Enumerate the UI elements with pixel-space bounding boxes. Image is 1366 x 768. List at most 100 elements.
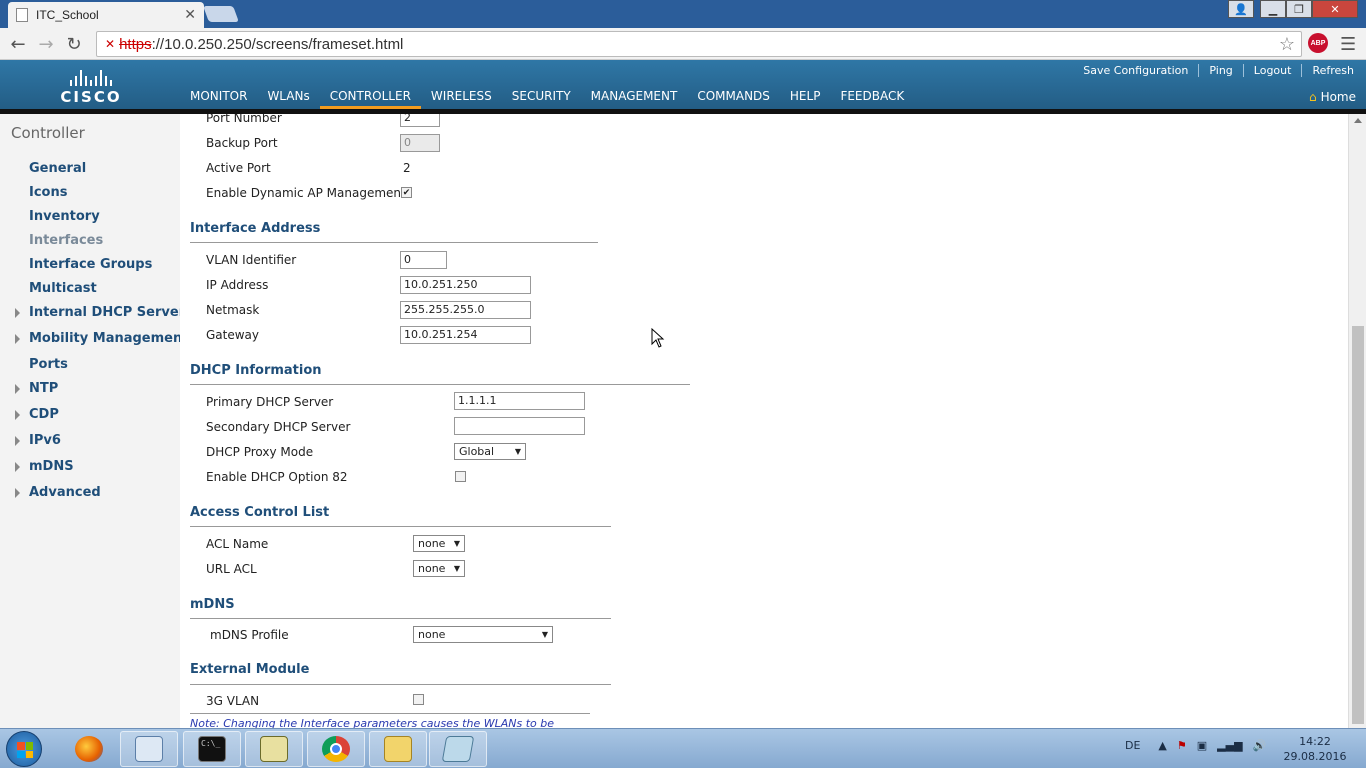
main-nav: MONITOR WLANs CONTROLLER WIRELESS SECURI… [180,86,914,109]
sidebar-item-label: IPv6 [29,433,61,448]
clock-time: 14:22 [1299,735,1331,748]
browser-tabstrip: ITC_School ✕ 👤 ▁ ❐ ✕ [0,0,1366,28]
netmask-label: Netmask [206,303,260,317]
port-number-input[interactable]: 2 [400,114,440,127]
input-language[interactable]: DE [1125,739,1140,752]
close-tab-icon[interactable]: ✕ [184,7,196,23]
ip-address-input[interactable]: 10.0.251.250 [400,276,531,294]
sidebar-item-interface-groups[interactable]: Interface Groups [29,257,152,272]
taskbar-network-tool[interactable] [245,731,303,767]
browser-tab[interactable]: ITC_School ✕ [8,2,204,28]
taskbar-notepad[interactable] [429,731,487,767]
adblock-plus-icon[interactable]: ABP [1308,33,1328,53]
firefox-icon [75,736,103,762]
sidebar-item-mobility-management[interactable]: Mobility Management [15,331,188,346]
taskbar-firefox[interactable] [60,731,118,767]
volume-icon[interactable]: 🔊 [1253,739,1267,752]
nav-monitor[interactable]: MONITOR [180,86,257,109]
secondary-dhcp-server-label: Secondary DHCP Server [206,420,351,434]
dhcp-option-82-label: Enable DHCP Option 82 [206,470,348,484]
start-button[interactable] [6,731,42,767]
active-port-label: Active Port [206,161,271,175]
dhcp-proxy-mode-select[interactable]: Global ▼ [454,443,526,460]
dynamic-ap-management-label: Enable Dynamic AP Management [206,186,406,200]
home-link[interactable]: ⌂ Home [1309,90,1356,104]
account-icon[interactable]: 👤 [1228,0,1254,18]
reload-icon[interactable]: ↻ [62,32,86,56]
taskbar-command-prompt[interactable]: C:\_ [183,731,241,767]
taskbar-file-explorer[interactable] [369,731,427,767]
forward-arrow-icon[interactable]: → [34,32,58,56]
show-hidden-icons-icon[interactable]: ▲ [1158,739,1166,752]
sidebar-item-label: CDP [29,407,59,422]
cisco-bars-icon [56,68,126,86]
sidebar-item-ipv6[interactable]: IPv6 [15,433,61,448]
controller-sidebar: Controller General Icons Inventory Inter… [0,114,188,728]
save-configuration-link[interactable]: Save Configuration [1073,64,1198,77]
taskbar-clock[interactable]: 14:22 29.08.2016 [1280,734,1350,764]
nav-wlans[interactable]: WLANs [257,86,319,109]
nav-help[interactable]: HELP [780,86,831,109]
url-acl-value: none [418,562,446,575]
device-icon[interactable]: ▣ [1197,739,1207,752]
sidebar-item-ntp[interactable]: NTP [15,381,58,396]
gateway-input[interactable]: 10.0.251.254 [400,326,531,344]
home-label: Home [1320,90,1356,104]
nav-controller[interactable]: CONTROLLER [319,86,421,109]
sidebar-item-advanced[interactable]: Advanced [15,485,101,500]
page-scrollbar[interactable] [1348,114,1366,728]
logout-link[interactable]: Logout [1242,64,1302,77]
dhcp-option-82-checkbox[interactable] [455,471,466,482]
sidebar-item-multicast[interactable]: Multicast [29,281,97,296]
sidebar-item-icons[interactable]: Icons [29,185,67,200]
bookmark-star-icon[interactable]: ☆ [1279,34,1295,55]
netmask-input[interactable]: 255.255.255.0 [400,301,531,319]
scrollbar-thumb[interactable] [1352,326,1364,724]
minimize-button[interactable]: ▁ [1260,0,1286,18]
home-icon: ⌂ [1308,90,1317,104]
sidebar-item-cdp[interactable]: CDP [15,407,59,422]
action-center-icon[interactable]: ⚑ [1177,739,1187,752]
sidebar-item-mdns[interactable]: mDNS [15,459,74,474]
taskbar-chrome[interactable] [307,731,365,767]
access-control-list-heading: Access Control List [190,505,330,520]
nav-feedback[interactable]: FEEDBACK [830,86,914,109]
nav-commands[interactable]: COMMANDS [687,86,780,109]
3g-vlan-checkbox[interactable] [413,694,424,705]
ping-link[interactable]: Ping [1198,64,1242,77]
scroll-up-arrow-icon[interactable] [1354,118,1362,123]
url-scheme: https [119,35,152,53]
nav-wireless[interactable]: WIRELESS [421,86,502,109]
dynamic-ap-management-checkbox[interactable]: ✔ [401,187,412,198]
sidebar-item-ports[interactable]: Ports [29,357,68,372]
cisco-logo-text: CISCO [60,88,122,106]
url-acl-select[interactable]: none ▼ [413,560,465,577]
insecure-lock-icon: ✕ [105,37,116,51]
new-tab-button[interactable] [203,6,239,22]
top-links: Save Configuration Ping Logout Refresh [1073,64,1354,77]
interface-address-heading: Interface Address [190,221,321,236]
mdns-profile-value: none [418,628,446,641]
sidebar-item-internal-dhcp-server[interactable]: Internal DHCP Server [15,305,185,320]
sidebar-item-inventory[interactable]: Inventory [29,209,100,224]
nav-management[interactable]: MANAGEMENT [581,86,688,109]
chrome-menu-icon[interactable]: ☰ [1340,34,1356,55]
acl-name-select[interactable]: none ▼ [413,535,465,552]
nav-security[interactable]: SECURITY [502,86,581,109]
maximize-button[interactable]: ❐ [1286,0,1312,18]
back-arrow-icon[interactable]: ← [6,32,30,56]
address-bar[interactable]: ✕ https ://10.0.250.250/screens/frameset… [96,31,1302,57]
refresh-link[interactable]: Refresh [1301,64,1354,77]
vlan-identifier-input[interactable]: 0 [400,251,447,269]
sidebar-item-interfaces[interactable]: Interfaces [29,233,103,248]
mdns-profile-select[interactable]: none ▼ [413,626,553,643]
backup-port-input[interactable]: 0 [400,134,440,152]
network-signal-icon[interactable]: ▂▄▆ [1217,739,1242,752]
sidebar-item-general[interactable]: General [29,161,86,176]
chevron-down-icon: ▼ [514,447,521,456]
taskbar-remote-desktop[interactable] [120,731,178,767]
primary-dhcp-server-input[interactable]: 1.1.1.1 [454,392,585,410]
page-favicon-icon [16,8,28,22]
secondary-dhcp-server-input[interactable] [454,417,585,435]
close-window-button[interactable]: ✕ [1312,0,1358,18]
